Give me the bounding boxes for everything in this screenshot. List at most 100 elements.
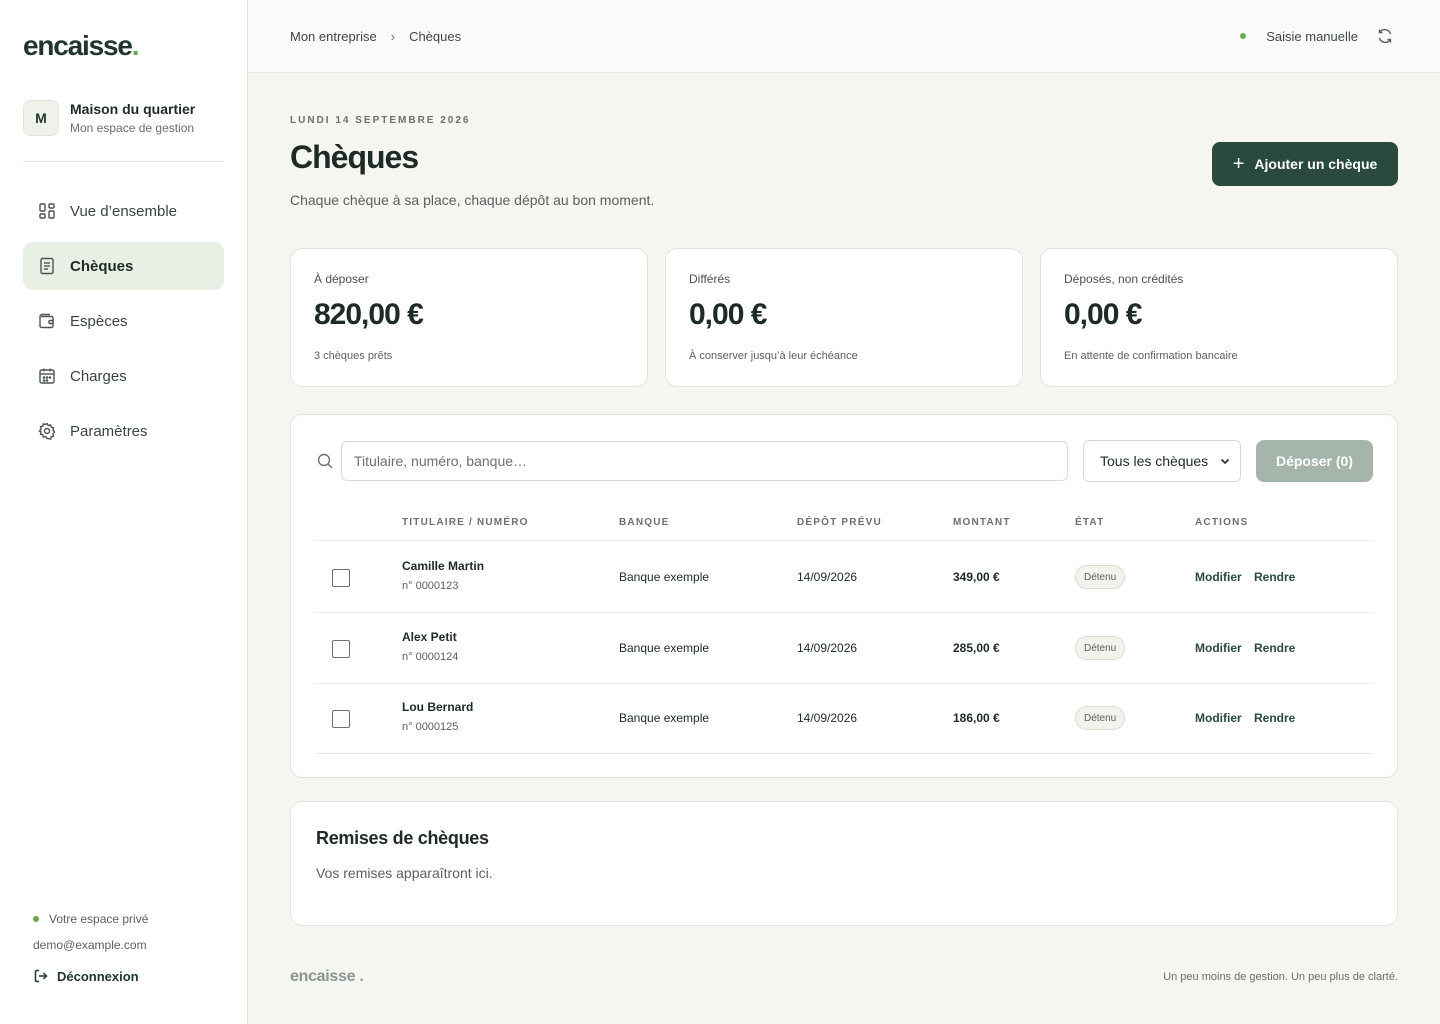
column-header-state[interactable]: État: [1075, 517, 1104, 528]
logout-icon: [34, 969, 48, 983]
plus-icon: +: [1232, 153, 1245, 175]
return-link[interactable]: Rendre: [1254, 711, 1295, 725]
footer-tagline: Un peu moins de gestion. Un peu plus de …: [1163, 971, 1398, 983]
sidebar-item-overview[interactable]: Vue d’ensemble: [23, 187, 224, 235]
bank-cell: Banque exemple: [619, 570, 710, 584]
chevron-down-icon: [1220, 458, 1230, 465]
filter-value: Tous les chèques: [1100, 453, 1209, 469]
sync-label: Saisie manuelle: [1266, 28, 1358, 44]
app-logo[interactable]: encaisse.: [23, 30, 139, 62]
card-subtitle: 3 chèques prêts: [314, 350, 393, 362]
sidebar-item-label: Charges: [70, 367, 127, 385]
table-row: Lou Bernard n° 0000125 Banque exemple 14…: [316, 683, 1373, 754]
org-avatar: M: [23, 100, 59, 136]
bank-cell: Banque exemple: [619, 711, 710, 725]
holder-name: Camille Martin: [402, 559, 485, 573]
org-name: Maison du quartier: [70, 101, 196, 117]
sidebar-divider: [23, 161, 224, 162]
row-checkbox[interactable]: [332, 569, 350, 587]
status-badge: Détenu: [1075, 706, 1126, 730]
card-deferred: Différés 0,00 € À conserver jusqu’à leur…: [665, 248, 1023, 387]
sidebar-nav: Vue d’ensemble Chèques Espèces Charges P…: [23, 187, 224, 462]
topbar: Mon entreprise › Chèques Saisie manuelle: [248, 0, 1440, 73]
grid-icon: [38, 202, 56, 220]
gear-icon: [38, 422, 56, 440]
sync-status: Saisie manuelle: [1240, 27, 1394, 45]
amount-cell: 186,00 €: [953, 711, 1000, 725]
card-label: Différés: [689, 272, 731, 286]
cheque-number: n° 0000124: [402, 651, 459, 663]
search-icon: [317, 453, 333, 469]
sidebar-item-label: Espèces: [70, 312, 128, 330]
card-deposited-not-credited: Déposés, non crédités 0,00 € En attente …: [1040, 248, 1398, 387]
card-value: 820,00 €: [314, 298, 424, 331]
card-label: À déposer: [314, 272, 369, 286]
cheque-number: n° 0000125: [402, 721, 459, 733]
card-value: 0,00 €: [1064, 298, 1142, 331]
private-space-label: Votre espace privé: [49, 912, 149, 926]
page-title: Chèques: [290, 139, 419, 175]
column-header-date[interactable]: Dépôt prévu: [797, 517, 882, 528]
sidebar-item-label: Paramètres: [70, 422, 148, 440]
card-subtitle: À conserver jusqu’à leur échéance: [689, 350, 858, 362]
deposits-section: Remises de chèques Vos remises apparaîtr…: [290, 801, 1398, 926]
card-label: Déposés, non crédités: [1064, 272, 1184, 286]
breadcrumb-item[interactable]: Mon entreprise: [290, 29, 377, 44]
table-row: Camille Martin n° 0000123 Banque exemple…: [316, 542, 1373, 613]
breadcrumb: Mon entreprise › Chèques: [290, 29, 461, 44]
table-row: Alex Petit n° 0000124 Banque exemple 14/…: [316, 613, 1373, 684]
date-cell: 14/09/2026: [797, 570, 858, 584]
edit-link[interactable]: Modifier: [1195, 570, 1242, 584]
sidebar-item-label: Vue d’ensemble: [70, 202, 178, 220]
org-switcher[interactable]: M Maison du quartier Mon espace de gesti…: [23, 100, 195, 136]
add-cheque-label: Ajouter un chèque: [1254, 156, 1378, 172]
table-toolbar: Tous les chèques Déposer (0): [316, 440, 1373, 482]
column-header-actions: Actions: [1195, 517, 1249, 528]
page-date: Lundi 14 septembre 2026: [290, 115, 471, 126]
holder-name: Alex Petit: [402, 630, 457, 644]
date-cell: 14/09/2026: [797, 711, 858, 725]
sidebar-item-settings[interactable]: Paramètres: [23, 407, 224, 455]
column-header-bank[interactable]: Banque: [619, 517, 670, 528]
wallet-icon: [38, 312, 56, 330]
date-cell: 14/09/2026: [797, 641, 858, 655]
org-subtitle: Mon espace de gestion: [70, 121, 195, 135]
search-input[interactable]: [341, 441, 1068, 481]
cheques-table-card: Tous les chèques Déposer (0) Titulaire /…: [290, 414, 1398, 778]
breadcrumb-separator: ›: [390, 29, 396, 44]
logout-label: Déconnexion: [57, 968, 139, 984]
amount-cell: 285,00 €: [953, 641, 1000, 655]
add-cheque-button[interactable]: + Ajouter un chèque: [1212, 142, 1398, 186]
column-header-holder[interactable]: Titulaire / numéro: [402, 517, 529, 528]
edit-link[interactable]: Modifier: [1195, 711, 1242, 725]
refresh-icon[interactable]: [1376, 27, 1394, 45]
row-checkbox[interactable]: [332, 710, 350, 728]
deposits-title: Remises de chèques: [316, 828, 489, 848]
card-subtitle: En attente de confirmation bancaire: [1064, 350, 1238, 362]
card-to-deposit: À déposer 820,00 € 3 chèques prêts: [290, 248, 648, 387]
footer-logo: encaisse .: [290, 968, 364, 985]
column-header-amount[interactable]: Montant: [953, 517, 1011, 528]
sidebar-item-cheques[interactable]: Chèques: [23, 242, 224, 290]
deposit-button[interactable]: Déposer (0): [1256, 440, 1373, 482]
amount-cell: 349,00 €: [953, 570, 1000, 584]
breadcrumb-item-current: Chèques: [409, 29, 462, 44]
deposits-empty-state: Vos remises apparaîtront ici.: [316, 865, 493, 881]
page-subtitle: Chaque chèque à sa place, chaque dépôt a…: [290, 192, 655, 208]
return-link[interactable]: Rendre: [1254, 641, 1295, 655]
table-header: Titulaire / numéro Banque Dépôt prévu Mo…: [316, 515, 1373, 541]
card-value: 0,00 €: [689, 298, 767, 331]
holder-name: Lou Bernard: [402, 700, 474, 714]
status-badge: Détenu: [1075, 636, 1126, 660]
bank-cell: Banque exemple: [619, 641, 710, 655]
sidebar-item-charges[interactable]: Charges: [23, 352, 224, 400]
logout-button[interactable]: Déconnexion: [33, 968, 148, 984]
sidebar: encaisse. M Maison du quartier Mon espac…: [0, 0, 248, 1024]
cheque-filter-select[interactable]: Tous les chèques: [1083, 440, 1241, 482]
edit-link[interactable]: Modifier: [1195, 641, 1242, 655]
row-checkbox[interactable]: [332, 640, 350, 658]
sidebar-item-label: Chèques: [70, 257, 134, 275]
return-link[interactable]: Rendre: [1254, 570, 1295, 584]
sidebar-item-especes[interactable]: Espèces: [23, 297, 224, 345]
user-email: demo@example.com: [33, 938, 147, 952]
